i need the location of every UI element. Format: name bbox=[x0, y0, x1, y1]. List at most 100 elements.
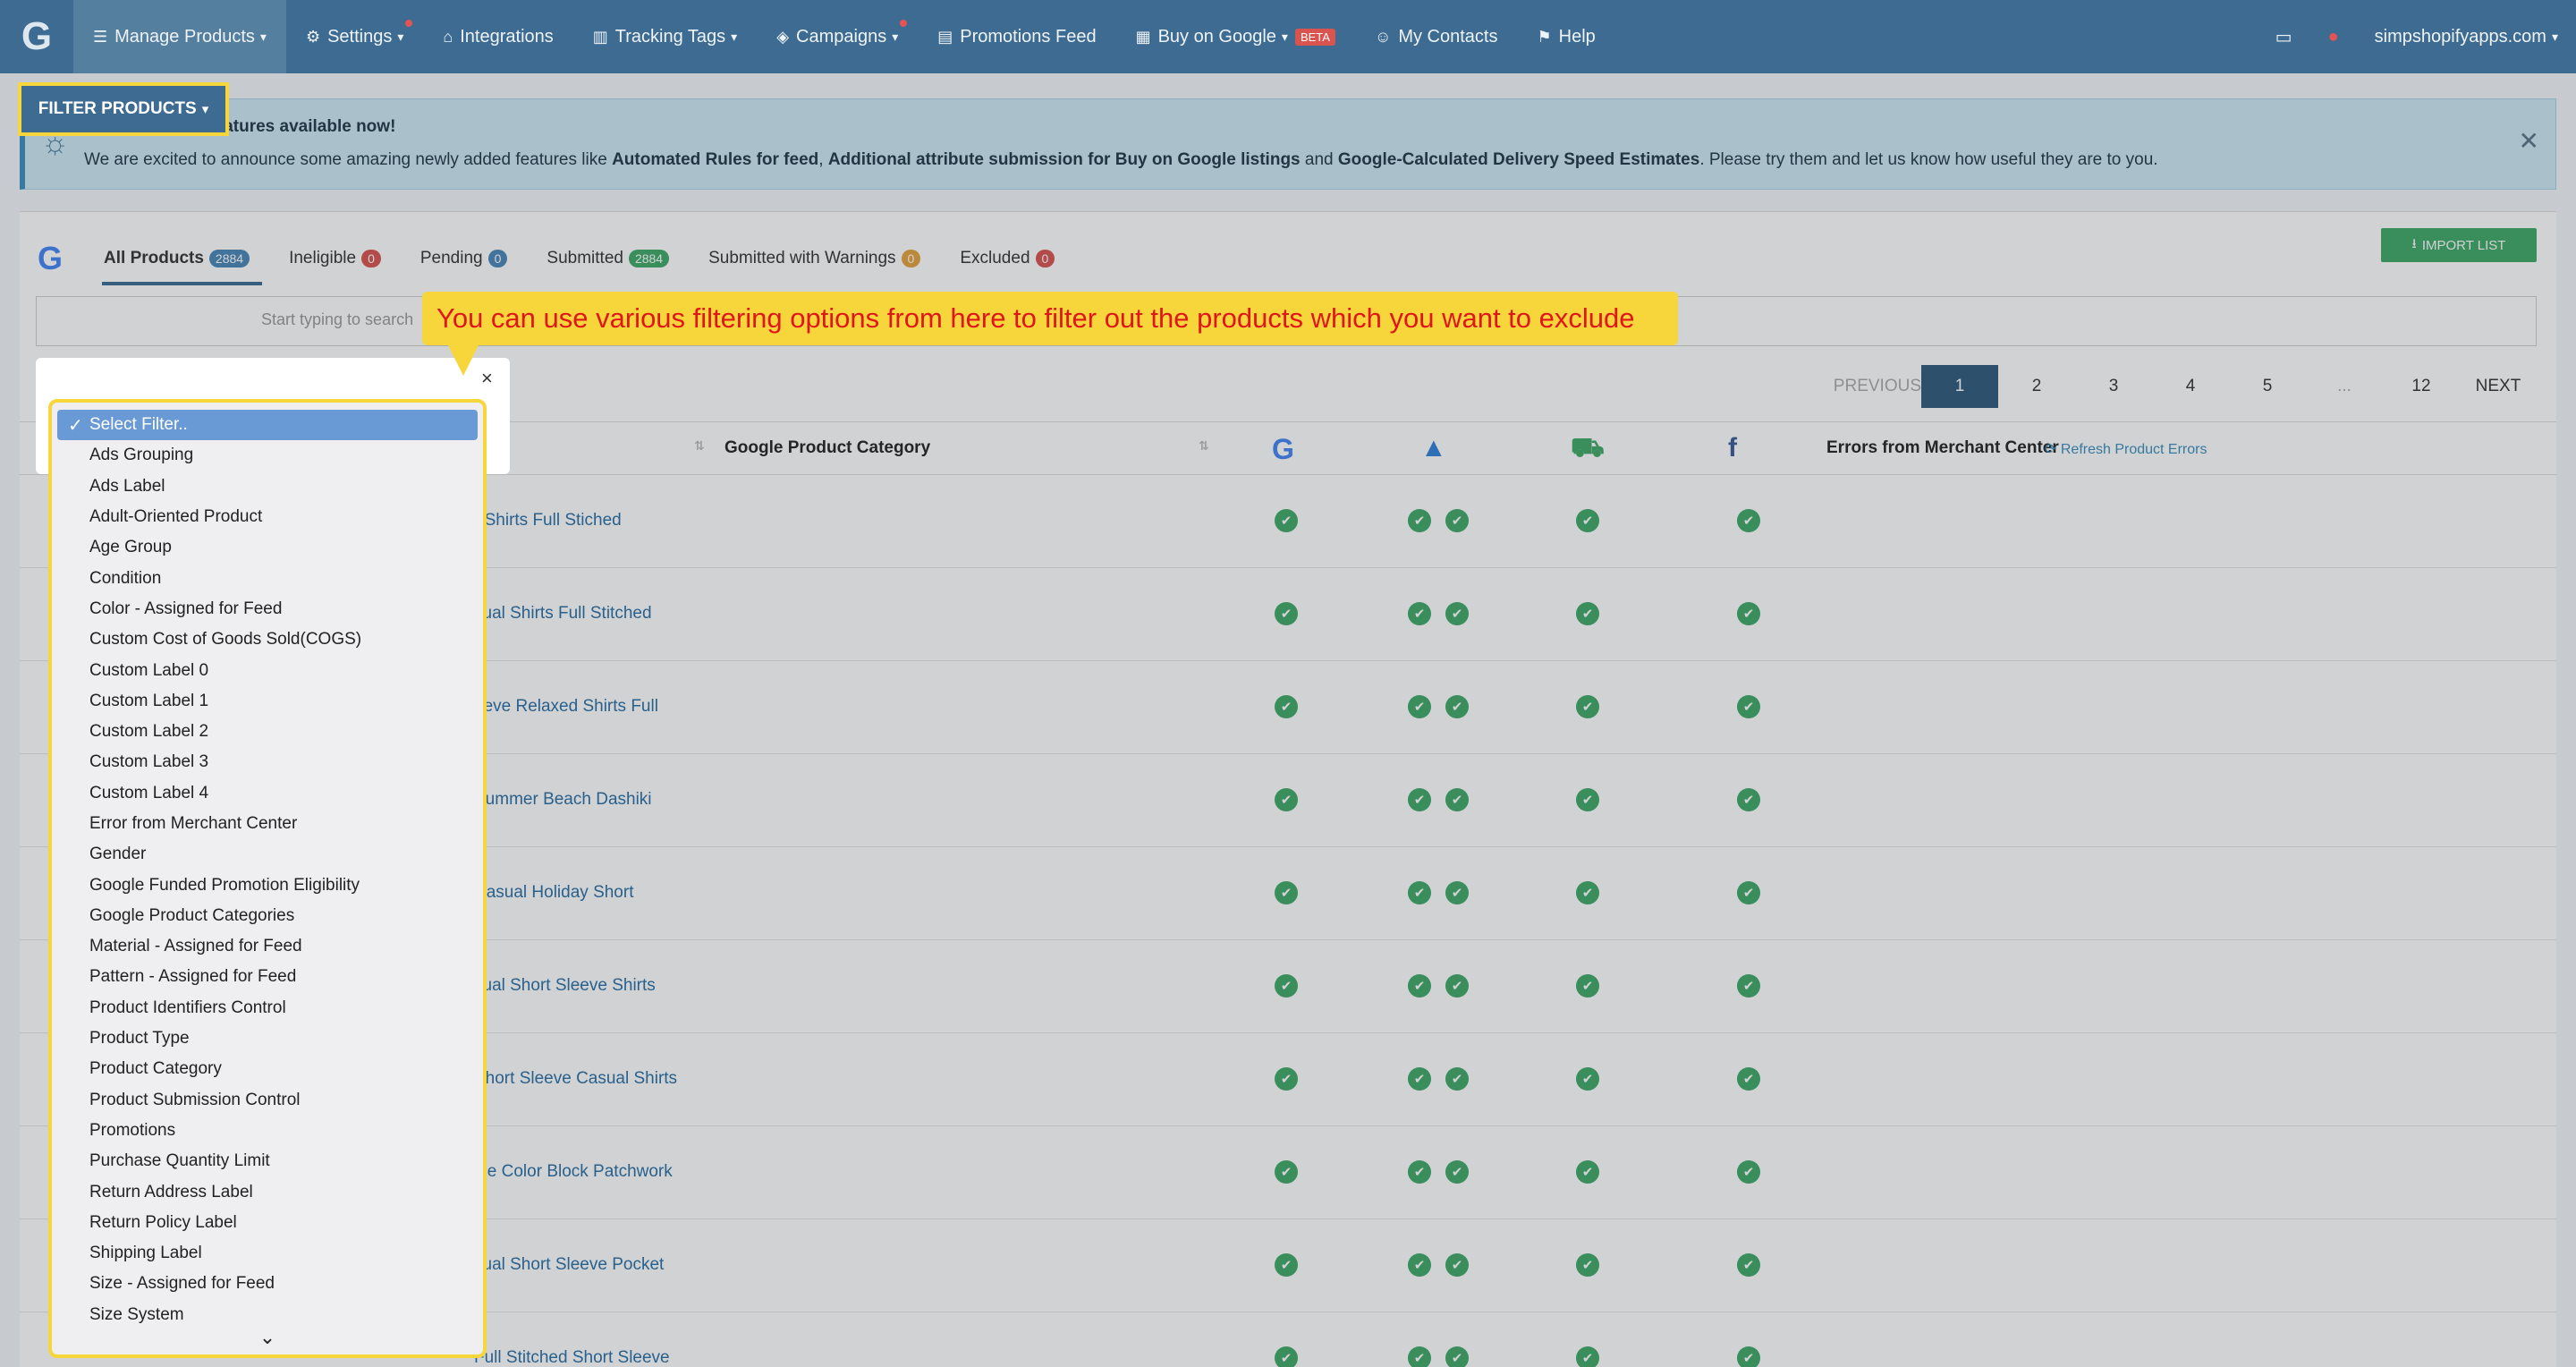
pagination-previous[interactable]: PREVIOUS bbox=[1834, 365, 1921, 408]
filter-option[interactable]: Product Submission Control bbox=[52, 1085, 483, 1116]
logo-text: G bbox=[21, 14, 53, 58]
filter-option[interactable]: Adult-Oriented Product bbox=[52, 502, 483, 532]
import-list-label: IMPORT LIST bbox=[2421, 237, 2506, 253]
check-circle-icon: ✔ bbox=[1576, 1346, 1599, 1367]
filter-option[interactable]: Pattern - Assigned for Feed bbox=[52, 962, 483, 992]
tab-count-badge: 0 bbox=[1035, 250, 1055, 267]
filter-option[interactable]: Return Address Label bbox=[52, 1176, 483, 1207]
filter-option[interactable]: Product Type bbox=[52, 1023, 483, 1054]
import-list-button[interactable]: ⭳ IMPORT LIST bbox=[2381, 228, 2537, 262]
notification-dot bbox=[900, 20, 908, 27]
filter-option[interactable]: Custom Label 1 bbox=[52, 686, 483, 717]
check-circle-icon: ✔ bbox=[1275, 1253, 1298, 1277]
check-circle-icon: ✔ bbox=[1445, 1160, 1469, 1184]
nav-label: Buy on Google bbox=[1157, 26, 1276, 47]
beta-badge: BETA bbox=[1294, 28, 1335, 46]
tab-count-badge: 2884 bbox=[628, 250, 670, 267]
filter-option[interactable]: Ads Grouping bbox=[52, 440, 483, 471]
filter-option[interactable]: Product Identifiers Control bbox=[52, 993, 483, 1023]
google-icon: G bbox=[38, 240, 64, 276]
filter-option[interactable]: Custom Cost of Goods Sold(COGS) bbox=[52, 624, 483, 655]
pagination-page[interactable]: 2 bbox=[1998, 365, 2075, 408]
filter-option[interactable]: Custom Label 2 bbox=[52, 717, 483, 747]
filter-option[interactable]: Error from Merchant Center bbox=[52, 809, 483, 839]
filter-option[interactable]: Condition bbox=[52, 563, 483, 593]
filter-products-button[interactable]: FILTER PRODUCTS ▾ bbox=[18, 82, 229, 136]
refresh-errors-label: Refresh Product Errors bbox=[2060, 442, 2207, 457]
tab-excluded[interactable]: Excluded 0 bbox=[940, 232, 1074, 285]
filter-option[interactable]: Gender bbox=[52, 839, 483, 870]
close-icon[interactable]: × bbox=[481, 367, 493, 390]
filter-option[interactable]: Promotions bbox=[52, 1116, 483, 1146]
filter-option[interactable]: Color - Assigned for Feed bbox=[52, 594, 483, 624]
header-google-category[interactable]: Google Product Category bbox=[724, 438, 930, 458]
attention-sep2: and bbox=[1300, 150, 1338, 169]
tab-ineligible[interactable]: Ineligible 0 bbox=[269, 232, 401, 285]
bell-icon[interactable]: ● bbox=[2310, 0, 2357, 73]
pagination-page[interactable]: 1 bbox=[1921, 365, 1998, 408]
filter-option[interactable]: Custom Label 0 bbox=[52, 655, 483, 685]
tab-pending[interactable]: Pending 0 bbox=[401, 232, 528, 285]
product-name-link[interactable]: sual Short Sleeve Shirts bbox=[474, 976, 656, 996]
nav-item-settings[interactable]: ⚙ Settings ▾ bbox=[286, 0, 423, 73]
check-circle-icon: ✔ bbox=[1576, 602, 1599, 625]
nav-item-my-contacts[interactable]: ☺ My Contacts bbox=[1355, 0, 1518, 73]
filter-option[interactable]: Purchase Quantity Limit bbox=[52, 1146, 483, 1176]
close-icon[interactable]: ✕ bbox=[2519, 126, 2539, 156]
nav-item-promotions-feed[interactable]: ▤ Promotions Feed bbox=[918, 0, 1115, 73]
pagination-page[interactable]: 4 bbox=[2152, 365, 2229, 408]
sort-icon[interactable]: ⇅ bbox=[1199, 438, 1209, 454]
sort-icon[interactable]: ⇅ bbox=[694, 438, 705, 454]
filter-select-list[interactable]: Select Filter.. Ads GroupingAds LabelAdu… bbox=[48, 399, 487, 1358]
product-name-link[interactable]: ble Color Block Patchwork bbox=[474, 1162, 673, 1182]
pagination-page[interactable]: ... bbox=[2306, 365, 2383, 408]
filter-option[interactable]: Google Funded Promotion Eligibility bbox=[52, 870, 483, 900]
tab-all-products[interactable]: All Products 2884 bbox=[84, 232, 269, 285]
nav-item-integrations[interactable]: ⌂ Integrations bbox=[423, 0, 572, 73]
filter-option[interactable]: Age Group bbox=[52, 532, 483, 563]
nav-item-buy-on-google[interactable]: ▦ Buy on Google ▾ BETA bbox=[1116, 0, 1355, 73]
filter-option[interactable]: Custom Label 4 bbox=[52, 778, 483, 809]
account-menu[interactable]: simpshopifyapps.com ▾ bbox=[2357, 0, 2576, 73]
pagination-next[interactable]: NEXT bbox=[2460, 365, 2537, 408]
product-name-link[interactable]: Summer Beach Dashiki bbox=[474, 790, 652, 810]
nav-item-campaigns[interactable]: ◈ Campaigns ▾ bbox=[757, 0, 918, 73]
filter-option[interactable]: Custom Label 3 bbox=[52, 747, 483, 777]
pagination-page[interactable]: 5 bbox=[2229, 365, 2306, 408]
filter-option[interactable]: Google Product Categories bbox=[52, 901, 483, 931]
tab-submitted-with-warnings[interactable]: Submitted with Warnings 0 bbox=[689, 232, 940, 285]
nav-item-manage-products[interactable]: ☰ Manage Products ▾ bbox=[73, 0, 286, 73]
chevron-down-icon[interactable]: ⌄ bbox=[52, 1326, 483, 1349]
nav-item-tracking-tags[interactable]: ▥ Tracking Tags ▾ bbox=[573, 0, 757, 73]
check-circle-icon: ✔ bbox=[1576, 788, 1599, 811]
product-name-link[interactable]: r Shirts Full Stiched bbox=[474, 511, 622, 531]
filter-option[interactable]: Return Policy Label bbox=[52, 1208, 483, 1238]
filter-option[interactable]: Shipping Label bbox=[52, 1238, 483, 1269]
product-name-link[interactable]: Short Sleeve Casual Shirts bbox=[474, 1069, 677, 1089]
product-name-link[interactable]: eeve Relaxed Shirts Full bbox=[474, 697, 658, 717]
filter-option-selected[interactable]: Select Filter.. bbox=[57, 410, 478, 441]
check-circle-icon: ✔ bbox=[1737, 974, 1760, 998]
filter-option[interactable]: Size - Assigned for Feed bbox=[52, 1269, 483, 1299]
pagination-page[interactable]: 12 bbox=[2383, 365, 2460, 408]
check-circle-icon: ✔ bbox=[1737, 788, 1760, 811]
check-circle-icon: ✔ bbox=[1445, 881, 1469, 904]
nav-item-help[interactable]: ⚑ Help bbox=[1517, 0, 1614, 73]
search-placeholder: Start typing to search bbox=[261, 310, 414, 328]
app-logo[interactable]: G bbox=[0, 0, 73, 73]
product-name-link[interactable]: Casual Holiday Short bbox=[474, 883, 633, 903]
tab-submitted[interactable]: Submitted 2884 bbox=[527, 232, 689, 285]
filter-option[interactable]: Ads Label bbox=[52, 471, 483, 502]
product-name-link[interactable]: sual Shirts Full Stitched bbox=[474, 604, 652, 624]
refresh-errors-link[interactable]: ⟳ Refresh Product Errors bbox=[2045, 440, 2207, 458]
attention-text: We are excited to announce some amazing … bbox=[84, 150, 2158, 170]
check-circle-icon: ✔ bbox=[1576, 509, 1599, 532]
filter-option[interactable]: Material - Assigned for Feed bbox=[52, 931, 483, 962]
contact-card-icon[interactable]: ▭ bbox=[2258, 0, 2310, 73]
product-name-link[interactable]: Full Stitched Short Sleeve bbox=[474, 1348, 670, 1367]
filter-option[interactable]: Product Category bbox=[52, 1054, 483, 1084]
check-circle-icon: ✔ bbox=[1408, 974, 1431, 998]
pagination-page[interactable]: 3 bbox=[2075, 365, 2152, 408]
tab-count-badge: 2884 bbox=[208, 250, 250, 267]
product-name-link[interactable]: sual Short Sleeve Pocket bbox=[474, 1255, 664, 1275]
